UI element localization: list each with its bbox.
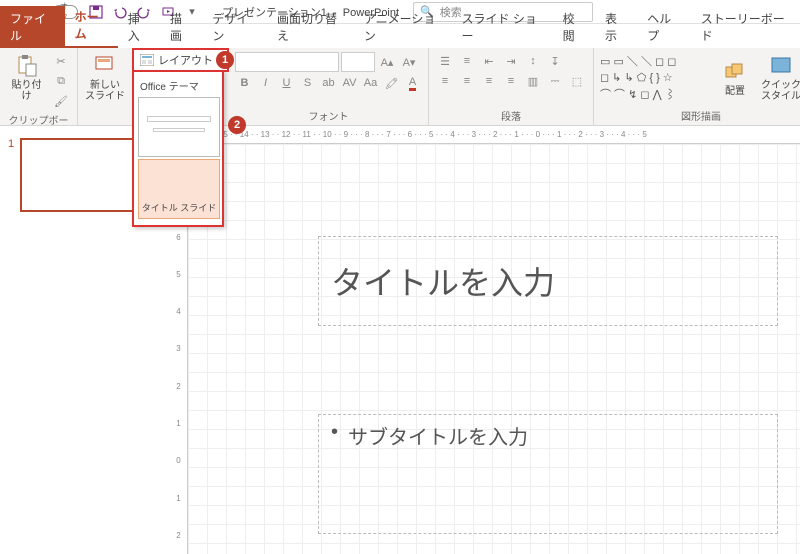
- tab-view[interactable]: 表示: [595, 6, 637, 48]
- increase-indent-icon[interactable]: ⇥: [501, 52, 521, 70]
- layout-dropdown-wrap: レイアウト ▾ Office テーマ タイトル スライド: [132, 48, 229, 72]
- columns-icon[interactable]: ▥: [523, 72, 543, 90]
- italic-icon[interactable]: I: [256, 74, 275, 92]
- strikethrough-icon[interactable]: S: [298, 74, 317, 92]
- group-clipboard: 貼り付け ✂ ⧉ 🖌 クリップボード: [0, 48, 78, 125]
- tab-home[interactable]: ホーム: [65, 4, 118, 48]
- underline-icon[interactable]: U: [277, 74, 296, 92]
- drawing-group-label: 図形描画: [600, 106, 800, 123]
- align-right-icon[interactable]: ≡: [479, 72, 499, 90]
- group-paragraph: ☰ ≡ ⇤ ⇥ ↕ ↧ ≡ ≡ ≡ ≡ ▥ ⎓ ⬚ 段落: [429, 48, 594, 125]
- decrease-indent-icon[interactable]: ⇤: [479, 52, 499, 70]
- arrange-label: 配置: [725, 86, 745, 97]
- layout-button-label: レイアウト: [158, 52, 213, 68]
- subtitle-placeholder[interactable]: サブタイトルを入力: [318, 414, 778, 534]
- shapes-gallery[interactable]: ▭ ▭ ＼ ＼ ◻ ◻ ◻ ↳ ↳ ⬠ { } ☆ ⌒ ⌒ ↯ ◻ ⋀ ⌇: [600, 53, 710, 104]
- increase-font-icon[interactable]: A▴: [377, 53, 397, 71]
- tab-help[interactable]: ヘルプ: [637, 6, 690, 48]
- decrease-font-icon[interactable]: A▾: [399, 53, 419, 71]
- tab-animations[interactable]: アニメーション: [354, 6, 452, 48]
- tab-slideshow[interactable]: スライド ショー: [452, 6, 553, 48]
- group-slides: 新しい スライド: [78, 48, 133, 125]
- font-highlight-icon[interactable]: 🖍: [382, 74, 401, 92]
- layout-button[interactable]: レイアウト ▾: [132, 48, 229, 72]
- new-slide-button[interactable]: 新しい スライド: [84, 52, 126, 104]
- tab-design[interactable]: デザイン: [202, 6, 267, 48]
- tab-file[interactable]: ファイル: [0, 6, 65, 48]
- font-group-label: フォント: [235, 106, 422, 123]
- tab-draw[interactable]: 描画: [160, 6, 202, 48]
- format-painter-icon[interactable]: 🖌: [51, 92, 71, 110]
- group-font: A▴ A▾ B I U S ab AV Aa 🖍 A フォント: [229, 48, 429, 125]
- ribbon: 貼り付け ✂ ⧉ 🖌 クリップボード 新しい スライド レイアウト ▾ Of: [0, 48, 800, 126]
- align-text-icon[interactable]: ⎓: [545, 72, 565, 90]
- canvas-area: 16 · · 15 · · 14 · · 13 · · 12 · · 11 · …: [170, 126, 800, 554]
- text-direction-icon[interactable]: ↧: [545, 52, 565, 70]
- cut-icon[interactable]: ✂: [51, 52, 71, 70]
- group-drawing: ▭ ▭ ＼ ＼ ◻ ◻ ◻ ↳ ↳ ⬠ { } ☆ ⌒ ⌒ ↯ ◻ ⋀ ⌇ 配置…: [594, 48, 800, 125]
- thumbnail-preview[interactable]: [20, 138, 150, 212]
- convert-smartart-icon[interactable]: ⬚: [567, 72, 587, 90]
- slide-canvas[interactable]: タイトルを入力 サブタイトルを入力: [188, 144, 800, 554]
- callout-1: 1: [216, 51, 234, 69]
- bold-icon[interactable]: B: [235, 74, 254, 92]
- arrange-button[interactable]: 配置: [714, 58, 756, 99]
- quick-styles-icon: [769, 54, 793, 78]
- quick-styles-button[interactable]: クイック スタイル: [760, 52, 800, 104]
- quick-styles-label: クイック スタイル: [761, 80, 800, 102]
- callout-2: 2: [228, 116, 246, 134]
- tab-transitions[interactable]: 画面切り替え: [267, 6, 354, 48]
- tab-insert[interactable]: 挿入: [118, 6, 160, 48]
- layout-option-label: タイトル スライド: [139, 199, 219, 216]
- font-color-icon[interactable]: A: [403, 74, 422, 92]
- slide-viewport[interactable]: タイトルを入力 サブタイトルを入力: [188, 144, 800, 554]
- numbering-icon[interactable]: ≡: [457, 52, 477, 70]
- layout-theme-header: Office テーマ: [138, 76, 218, 95]
- paragraph-group-label: 段落: [435, 106, 587, 123]
- new-slide-label: 新しい スライド: [85, 80, 125, 102]
- paste-label: 貼り付け: [8, 80, 45, 102]
- paste-button[interactable]: 貼り付け: [6, 52, 47, 104]
- paste-icon: [15, 54, 39, 78]
- layout-icon: [140, 54, 154, 66]
- layout-popup: Office テーマ タイトル スライド: [132, 70, 224, 227]
- copy-icon[interactable]: ⧉: [51, 72, 71, 90]
- align-center-icon[interactable]: ≡: [457, 72, 477, 90]
- thumbnail-number: 1: [8, 138, 14, 212]
- title-placeholder[interactable]: タイトルを入力: [318, 236, 778, 326]
- change-case-icon[interactable]: Aa: [361, 74, 380, 92]
- ruler-horizontal[interactable]: 16 · · 15 · · 14 · · 13 · · 12 · · 11 · …: [170, 126, 800, 144]
- bullets-icon[interactable]: ☰: [435, 52, 455, 70]
- layout-option-title-slide[interactable]: タイトル スライド: [138, 159, 220, 219]
- justify-icon[interactable]: ≡: [501, 72, 521, 90]
- tab-review[interactable]: 校閲: [553, 6, 595, 48]
- new-slide-icon: [93, 54, 117, 78]
- ribbon-tabs: ファイル ホーム 挿入 描画 デザイン 画面切り替え アニメーション スライド …: [0, 24, 800, 48]
- char-spacing-icon[interactable]: AV: [340, 74, 359, 92]
- font-size-combo[interactable]: [341, 52, 375, 72]
- layout-option-title-slide-preview[interactable]: [138, 97, 220, 157]
- tab-storyboard[interactable]: ストーリーボード: [691, 6, 800, 48]
- align-left-icon[interactable]: ≡: [435, 72, 455, 90]
- text-shadow-icon[interactable]: ab: [319, 74, 338, 92]
- line-spacing-icon[interactable]: ↕: [523, 52, 543, 70]
- font-family-combo[interactable]: [235, 52, 339, 72]
- workspace: 1 16 · · 15 · · 14 · · 13 · · 12 · · 11 …: [0, 126, 800, 554]
- arrange-icon: [723, 60, 747, 84]
